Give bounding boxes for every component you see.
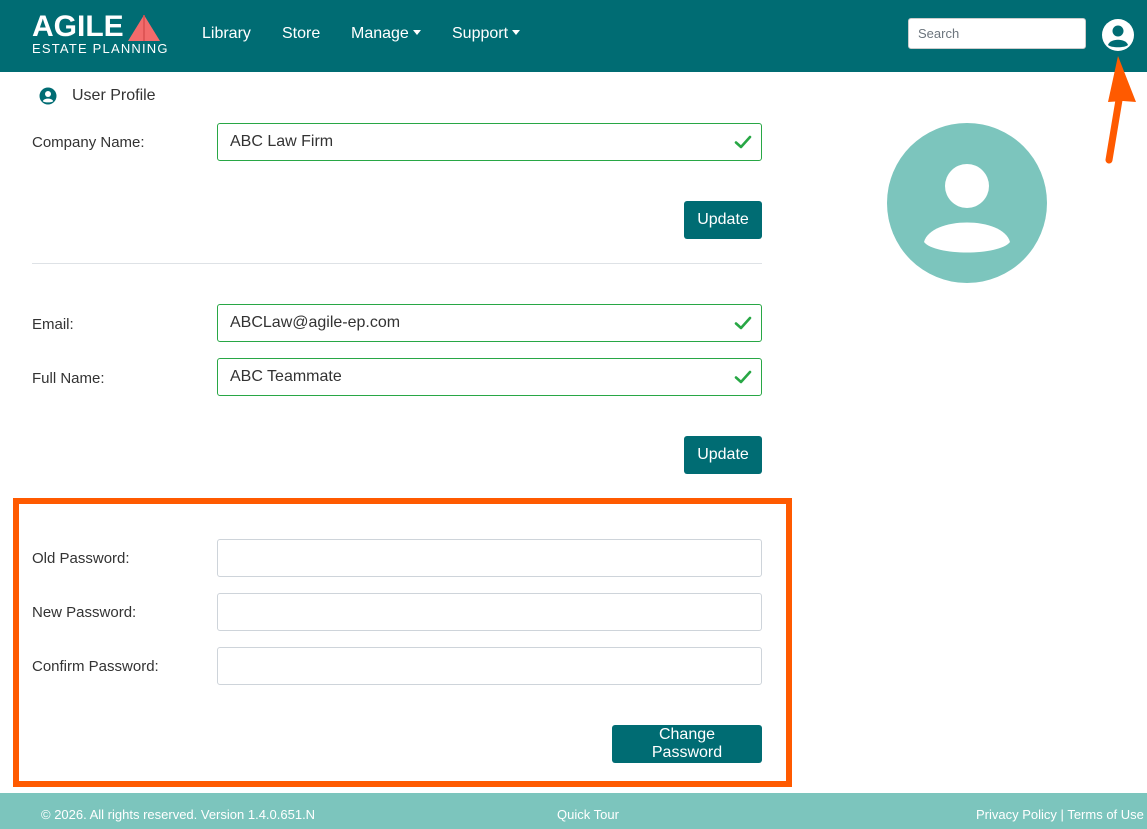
brand-logo[interactable]: AGILE ESTATE PLANNING: [32, 10, 168, 57]
company-name-label: Company Name:: [32, 134, 145, 151]
check-icon: [734, 135, 752, 149]
nav-manage[interactable]: Manage: [351, 25, 421, 43]
page-title: User Profile: [72, 87, 156, 104]
chevron-down-icon: [412, 29, 421, 35]
user-circle-icon: [39, 87, 57, 105]
terms-of-use-link[interactable]: Terms of Use: [1067, 807, 1144, 822]
nav-store[interactable]: Store: [282, 25, 320, 43]
quick-tour-link[interactable]: Quick Tour: [557, 807, 619, 822]
footer-copyright: © 2026. All rights reserved. Version 1.4…: [41, 807, 316, 822]
chevron-down-icon: [512, 29, 521, 35]
footer: © 2026. All rights reserved. Version 1.4…: [0, 793, 1147, 829]
footer-legal-links: Privacy Policy | Terms of Use: [976, 807, 1144, 822]
check-icon: [734, 370, 752, 384]
old-password-label: Old Password:: [32, 550, 130, 567]
email-field[interactable]: [217, 304, 762, 342]
arrow-up-annotation: [1105, 56, 1136, 164]
change-password-button[interactable]: Change Password: [612, 725, 762, 763]
full-name-field[interactable]: [217, 358, 762, 396]
new-password-label: New Password:: [32, 604, 137, 621]
section-divider: [32, 263, 762, 264]
update-profile-button[interactable]: Update: [684, 436, 762, 474]
nav-support[interactable]: Support: [452, 25, 521, 43]
old-password-field[interactable]: [217, 539, 762, 577]
update-company-button[interactable]: Update: [684, 201, 762, 239]
confirm-password-field[interactable]: [217, 647, 762, 685]
user-circle-icon[interactable]: [1101, 18, 1135, 52]
footer-separator: |: [1060, 807, 1064, 822]
confirm-password-label: Confirm Password:: [32, 658, 159, 675]
privacy-policy-link[interactable]: Privacy Policy: [976, 807, 1057, 822]
email-label: Email:: [32, 316, 74, 333]
search-input[interactable]: [908, 18, 1086, 49]
avatar-placeholder-icon: [887, 123, 1047, 283]
nav-manage-label: Manage: [351, 25, 409, 42]
logo-sub-text: ESTATE PLANNING: [32, 41, 169, 56]
full-name-label: Full Name:: [32, 370, 105, 387]
nav-library[interactable]: Library: [202, 25, 251, 43]
logo-main-text: AGILE: [32, 10, 124, 43]
new-password-field[interactable]: [217, 593, 762, 631]
company-name-field[interactable]: [217, 123, 762, 161]
logo-triangle-icon: [128, 15, 160, 41]
check-icon: [734, 316, 752, 330]
nav-support-label: Support: [452, 25, 509, 42]
top-navbar: AGILE ESTATE PLANNING Library Store Mana…: [0, 0, 1147, 72]
